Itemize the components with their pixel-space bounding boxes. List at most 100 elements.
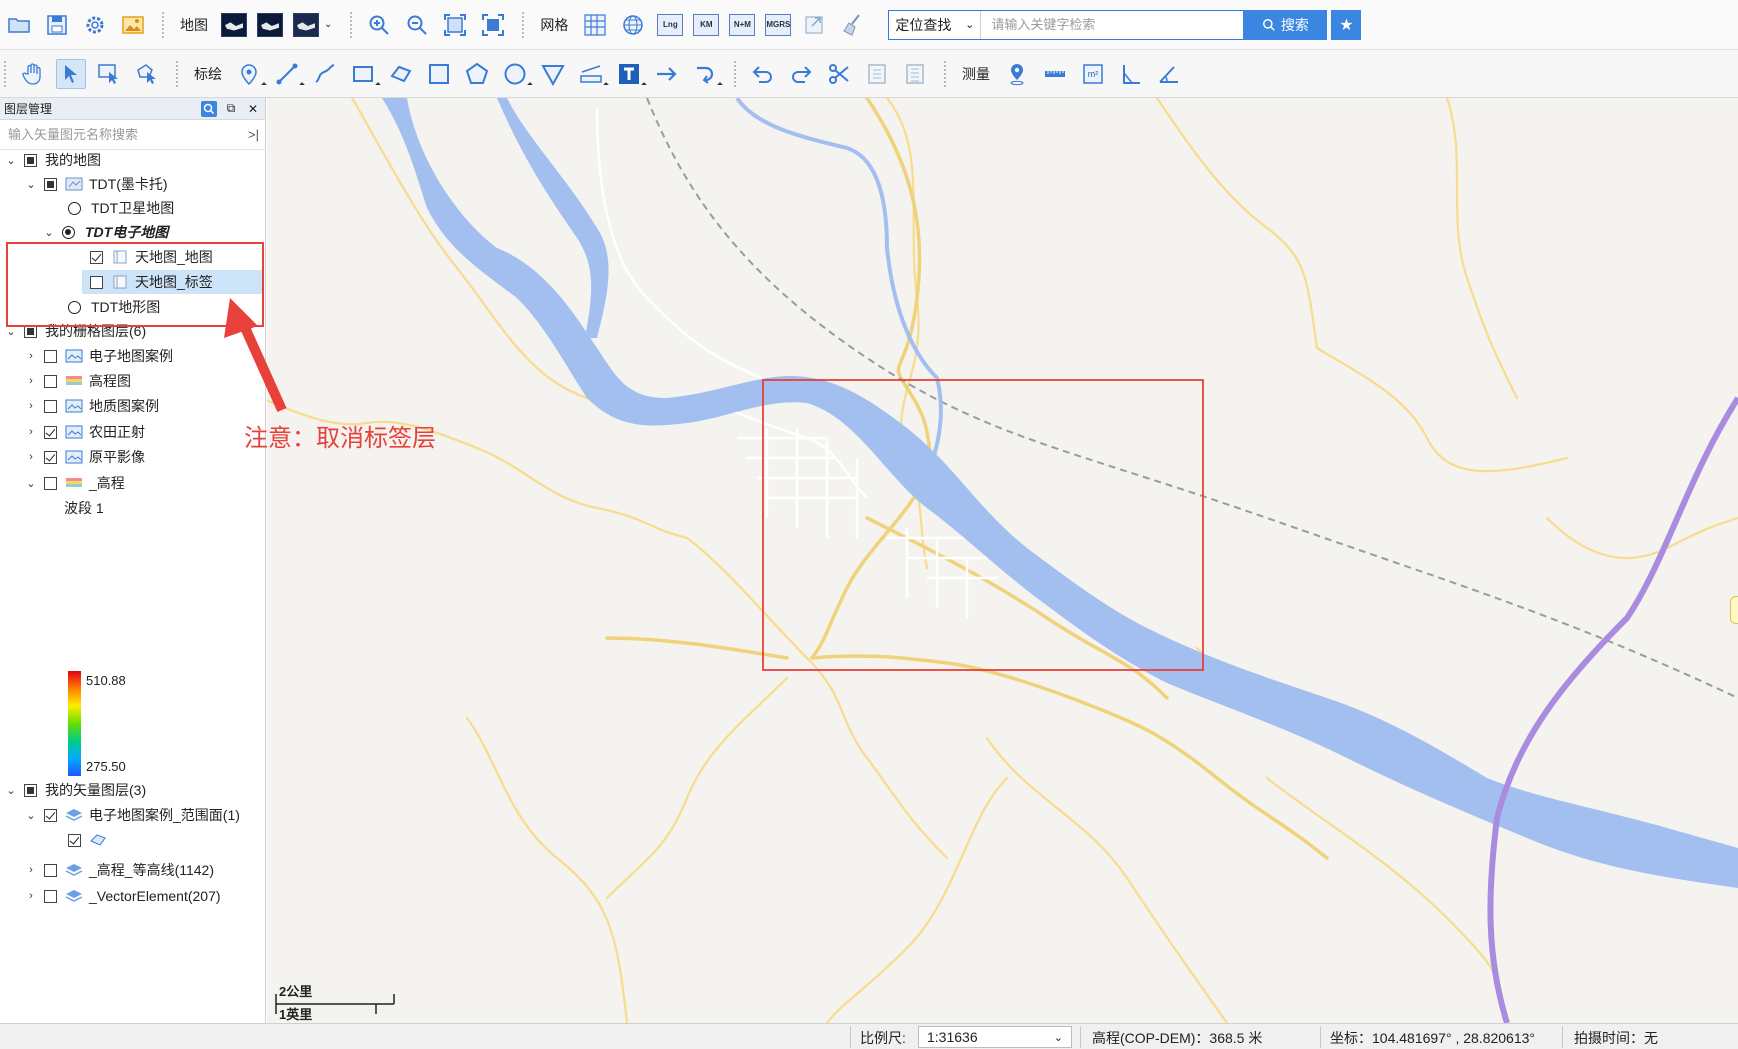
search-button[interactable]: 搜索 bbox=[1243, 9, 1328, 40]
chevron-down-icon[interactable]: ⌄ bbox=[324, 19, 332, 30]
tree-node-tianditu-label[interactable]: 天地图_标签 bbox=[82, 270, 262, 294]
pan-button[interactable] bbox=[18, 59, 48, 89]
chevron-right-icon[interactable]: › bbox=[24, 864, 38, 876]
layer-search-input[interactable] bbox=[6, 126, 226, 143]
draw-arrow-button[interactable] bbox=[652, 59, 682, 89]
zoom-out-button[interactable] bbox=[402, 10, 432, 40]
search-mode-select[interactable]: 定位查找 ⌄ bbox=[889, 10, 982, 39]
save-button[interactable] bbox=[42, 10, 72, 40]
undo-button[interactable] bbox=[748, 59, 778, 89]
chevron-down-icon[interactable]: ⌄ bbox=[42, 226, 56, 239]
layer-checkbox[interactable] bbox=[44, 808, 57, 822]
layer-checkbox[interactable] bbox=[44, 889, 57, 903]
chevron-right-icon[interactable]: › bbox=[24, 375, 38, 387]
restore-icon[interactable]: ⧉ bbox=[223, 101, 239, 117]
zoom-extent-button[interactable] bbox=[440, 10, 470, 40]
tree-node-raster-item[interactable]: › 电子地图案例 bbox=[24, 344, 173, 368]
layer-checkbox[interactable] bbox=[44, 374, 57, 388]
draw-text-button[interactable] bbox=[614, 59, 647, 89]
tree-node-tdt-terrain[interactable]: TDT地形图 bbox=[68, 295, 160, 319]
tree-node-vector-item[interactable]: › _高程_等高线(1142) bbox=[24, 858, 214, 882]
chevron-right-icon[interactable]: › bbox=[24, 400, 38, 412]
globe-grid-button[interactable] bbox=[618, 10, 648, 40]
cut-button[interactable] bbox=[824, 59, 854, 89]
layer-checkbox[interactable] bbox=[44, 425, 57, 439]
poly-select-button[interactable] bbox=[132, 59, 162, 89]
draw-curved-arrow-button[interactable] bbox=[690, 59, 723, 89]
open-folder-button[interactable] bbox=[4, 10, 34, 40]
layer-checkbox[interactable] bbox=[24, 324, 37, 338]
lng-grid-button[interactable]: Lng bbox=[657, 13, 684, 36]
chevron-right-icon[interactable]: › bbox=[24, 451, 38, 463]
settings-button[interactable] bbox=[80, 10, 110, 40]
close-icon[interactable]: ✕ bbox=[245, 101, 261, 117]
tree-node-vector-item[interactable]: › _VectorElement(207) bbox=[24, 884, 220, 908]
chevron-right-icon[interactable]: › bbox=[24, 426, 38, 438]
tree-node-my-map[interactable]: ⌄ 我的地图 bbox=[4, 148, 101, 172]
layer-checkbox[interactable] bbox=[44, 399, 57, 413]
draw-polygon-button[interactable] bbox=[386, 59, 416, 89]
tree-node-raster-item[interactable]: › 地质图案例 bbox=[24, 394, 159, 418]
toolbar-grip[interactable] bbox=[350, 11, 354, 38]
toolbar-grip[interactable] bbox=[734, 60, 738, 87]
measure-angle-button[interactable] bbox=[1154, 59, 1184, 89]
mgrs-grid-button[interactable]: MGRS bbox=[765, 13, 792, 36]
layer-checkbox[interactable] bbox=[44, 177, 57, 191]
layer-checkbox[interactable] bbox=[44, 863, 57, 877]
collapse-icon[interactable]: >| bbox=[248, 127, 259, 142]
tree-node-tdt-electronic[interactable]: ⌄ TDT电子地图 bbox=[42, 220, 168, 244]
layer-checkbox[interactable] bbox=[44, 476, 57, 490]
toolbar-grip[interactable] bbox=[944, 60, 948, 87]
basemap-tile-dark[interactable] bbox=[221, 12, 247, 37]
layer-checkbox[interactable] bbox=[24, 153, 37, 167]
draw-pentagon-button[interactable] bbox=[462, 59, 492, 89]
basemap-radio[interactable] bbox=[62, 225, 75, 239]
tree-node-vector-item[interactable]: ⌄ 电子地图案例_范围面(1) bbox=[24, 803, 240, 827]
tree-node-tdt-mercator[interactable]: ⌄ TDT(墨卡托) bbox=[24, 172, 167, 196]
layer-checkbox[interactable] bbox=[44, 349, 57, 363]
map-canvas[interactable]: 2公里 1英里 bbox=[267, 98, 1738, 1023]
basemap-radio[interactable] bbox=[68, 201, 81, 215]
measure-height-button[interactable] bbox=[1116, 59, 1146, 89]
tree-node-raster-item[interactable]: ⌄ _高程 bbox=[24, 471, 124, 495]
tree-node-raster-item[interactable]: › 高程图 bbox=[24, 369, 131, 393]
toolbar-grip[interactable] bbox=[4, 60, 8, 87]
zoom-in-button[interactable] bbox=[364, 10, 394, 40]
copy-button[interactable] bbox=[862, 59, 892, 89]
layer-checkbox[interactable] bbox=[90, 275, 103, 289]
tree-node-tianditu-map[interactable]: 天地图_地图 bbox=[90, 245, 213, 269]
km-grid-button[interactable]: KM bbox=[693, 13, 720, 36]
clear-button[interactable] bbox=[838, 10, 868, 40]
nm-grid-button[interactable]: N+M bbox=[729, 13, 756, 36]
layer-checkbox[interactable] bbox=[44, 450, 57, 464]
draw-line-button[interactable] bbox=[272, 59, 305, 89]
full-extent-button[interactable] bbox=[478, 10, 508, 40]
chevron-down-icon[interactable]: ⌄ bbox=[4, 325, 18, 338]
select-button[interactable] bbox=[56, 58, 86, 89]
chevron-down-icon[interactable]: ⌄ bbox=[24, 809, 38, 822]
measure-point-button[interactable] bbox=[1002, 59, 1032, 89]
layer-checkbox[interactable] bbox=[24, 783, 37, 797]
draw-ruler-button[interactable] bbox=[576, 59, 609, 89]
chevron-down-icon[interactable]: ⌄ bbox=[4, 154, 18, 167]
draw-sector-button[interactable] bbox=[538, 59, 568, 89]
tree-node-raster-item[interactable]: › 农田正射 bbox=[24, 420, 145, 444]
chevron-down-icon[interactable]: ⌄ bbox=[4, 784, 18, 797]
export-button[interactable] bbox=[800, 10, 830, 40]
basemap-tile-night[interactable] bbox=[257, 12, 283, 37]
measure-distance-button[interactable] bbox=[1040, 59, 1070, 89]
scale-select[interactable]: 1:31636 ⌄ bbox=[918, 1026, 1072, 1048]
chevron-down-icon[interactable]: ⌄ bbox=[24, 477, 38, 490]
tree-node-vector-group[interactable]: ⌄ 我的矢量图层(3) bbox=[4, 778, 146, 802]
redo-button[interactable] bbox=[786, 59, 816, 89]
side-panel-toggle[interactable] bbox=[1730, 596, 1738, 624]
tree-node-tdt-satellite[interactable]: TDT卫星地图 bbox=[68, 196, 174, 220]
toolbar-grip[interactable] bbox=[176, 60, 180, 87]
rect-select-button[interactable] bbox=[94, 59, 124, 89]
paste-button[interactable] bbox=[900, 59, 930, 89]
search-input[interactable] bbox=[981, 10, 1244, 39]
draw-curve-button[interactable] bbox=[310, 59, 340, 89]
search-icon[interactable] bbox=[201, 100, 217, 117]
chevron-down-icon[interactable]: ⌄ bbox=[24, 178, 38, 191]
tree-node-raster-item[interactable]: › 原平影像 bbox=[24, 445, 145, 469]
